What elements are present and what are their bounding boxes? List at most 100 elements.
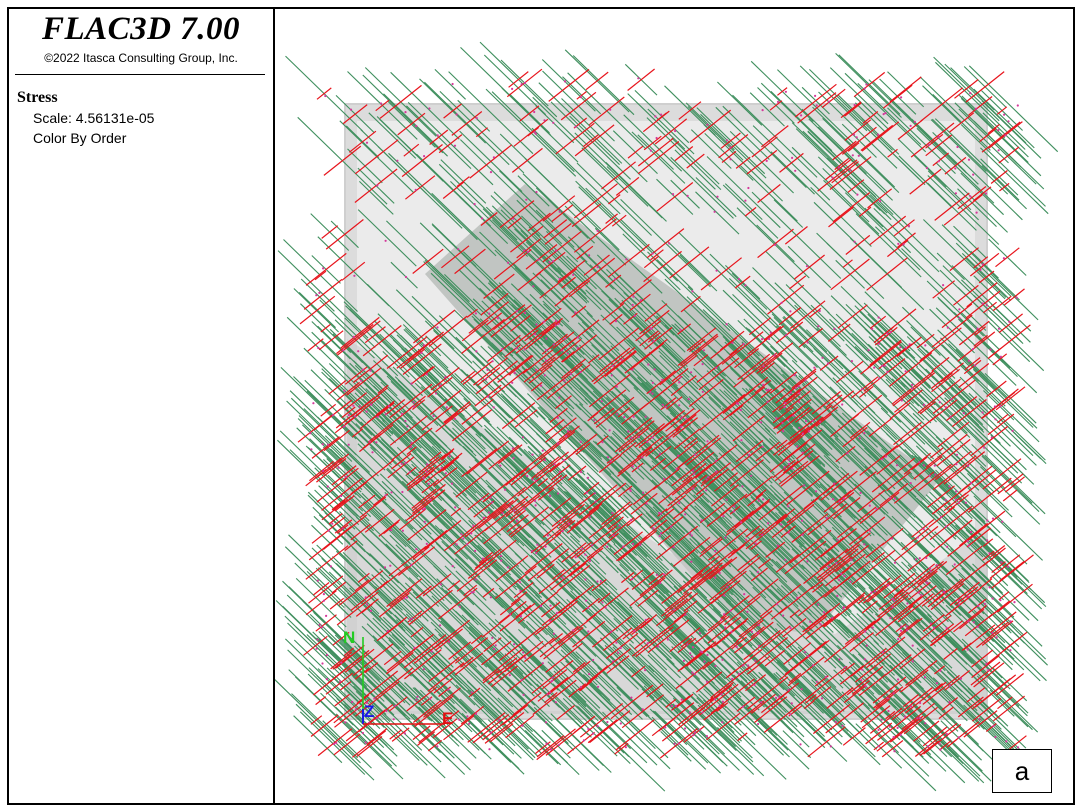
stress-intermediate-dot — [815, 680, 819, 683]
model-viewport[interactable]: N Z E a — [275, 9, 1073, 803]
stress-intermediate-dot — [840, 572, 843, 576]
stress-intermediate-dot — [731, 677, 734, 681]
stress-intermediate-dot — [474, 578, 477, 581]
stress-intermediate-dot — [893, 599, 896, 602]
stress-intermediate-dot — [814, 94, 817, 97]
stress-intermediate-dot — [942, 284, 945, 287]
stress-intermediate-dot — [406, 425, 409, 428]
stress-intermediate-dot — [651, 381, 654, 384]
stress-intermediate-dot — [833, 327, 836, 330]
stress-intermediate-dot — [900, 96, 903, 99]
stress-intermediate-dot — [546, 534, 549, 537]
stress-intermediate-dot — [557, 442, 560, 445]
stress-intermediate-dot — [805, 265, 809, 268]
stress-intermediate-dot — [954, 498, 958, 501]
stress-intermediate-dot — [789, 391, 793, 394]
stress-intermediate-dot — [673, 608, 676, 611]
stress-intermediate-dot — [582, 739, 585, 742]
stress-intermediate-dot — [826, 362, 830, 365]
stress-intermediate-dot — [701, 711, 704, 714]
stress-intermediate-dot — [735, 645, 738, 649]
stress-intermediate-dot — [776, 544, 779, 547]
stress-minor-line — [627, 68, 655, 91]
stress-intermediate-dot — [448, 455, 451, 458]
stress-intermediate-dot — [612, 660, 615, 663]
stress-intermediate-dot — [723, 613, 726, 616]
stress-intermediate-dot — [922, 464, 925, 467]
stress-intermediate-dot — [545, 348, 548, 352]
stress-intermediate-dot — [401, 490, 404, 494]
stress-intermediate-dot — [439, 624, 442, 627]
stress-intermediate-dot — [309, 432, 312, 435]
stress-intermediate-dot — [631, 368, 634, 371]
stress-intermediate-dot — [341, 527, 344, 530]
stress-intermediate-dot — [679, 328, 682, 331]
stress-intermediate-dot — [906, 602, 909, 605]
stress-intermediate-dot — [919, 701, 922, 705]
stress-intermediate-dot — [587, 630, 590, 633]
stress-plot-canvas[interactable]: N Z E — [275, 9, 1073, 803]
stress-intermediate-dot — [920, 594, 923, 597]
stress-intermediate-dot — [836, 594, 839, 598]
stress-intermediate-dot — [989, 348, 992, 351]
stress-intermediate-dot — [765, 159, 768, 162]
stress-intermediate-dot — [713, 210, 716, 213]
stress-intermediate-dot — [678, 381, 681, 384]
stress-intermediate-dot — [482, 516, 485, 519]
stress-intermediate-dot — [955, 453, 959, 456]
stress-intermediate-dot — [967, 544, 970, 547]
stress-intermediate-dot — [576, 346, 579, 349]
stress-intermediate-dot — [416, 695, 419, 698]
stress-intermediate-dot — [884, 112, 887, 115]
stress-intermediate-dot — [415, 698, 418, 701]
stress-intermediate-dot — [956, 145, 959, 149]
stress-intermediate-dot — [421, 508, 425, 511]
stress-intermediate-dot — [945, 732, 948, 736]
stress-intermediate-dot — [654, 115, 657, 118]
stress-intermediate-dot — [835, 562, 838, 565]
stress-intermediate-dot — [995, 636, 998, 639]
stress-intermediate-dot — [877, 133, 880, 136]
stress-intermediate-dot — [365, 410, 368, 413]
stress-intermediate-dot — [680, 698, 683, 701]
stress-intermediate-dot — [661, 378, 664, 381]
stress-intermediate-dot — [724, 626, 727, 629]
stress-intermediate-dot — [801, 432, 805, 435]
stress-intermediate-dot — [658, 453, 661, 456]
stress-intermediate-dot — [423, 507, 426, 510]
stress-intermediate-dot — [426, 463, 429, 466]
stress-intermediate-dot — [491, 636, 494, 640]
stress-intermediate-dot — [721, 721, 724, 724]
stress-intermediate-dot — [682, 659, 685, 663]
stress-intermediate-dot — [780, 301, 783, 304]
stress-intermediate-dot — [808, 455, 811, 458]
stress-intermediate-dot — [737, 672, 740, 676]
stress-intermediate-dot — [789, 713, 792, 716]
stress-intermediate-dot — [671, 193, 675, 196]
stress-intermediate-dot — [608, 429, 611, 432]
stress-intermediate-dot — [515, 520, 518, 523]
stress-intermediate-dot — [351, 700, 354, 704]
stress-intermediate-dot — [315, 294, 318, 297]
stress-intermediate-dot — [458, 605, 461, 608]
stress-intermediate-dot — [576, 336, 580, 339]
stress-intermediate-dot — [692, 487, 695, 490]
stress-intermediate-dot — [798, 400, 801, 404]
stress-intermediate-dot — [838, 579, 841, 582]
stress-intermediate-dot — [718, 704, 721, 708]
stress-intermediate-dot — [652, 527, 655, 530]
stress-intermediate-dot — [494, 644, 497, 647]
stress-intermediate-dot — [701, 363, 704, 366]
stress-intermediate-dot — [601, 441, 604, 444]
stress-intermediate-dot — [403, 732, 406, 735]
stress-intermediate-dot — [326, 485, 329, 488]
stress-intermediate-dot — [986, 539, 989, 542]
stress-intermediate-dot — [720, 618, 723, 621]
stress-intermediate-dot — [489, 171, 493, 174]
stress-intermediate-dot — [834, 720, 837, 724]
legend-panel: FLAC3D 7.00 ©2022 Itasca Consulting Grou… — [9, 9, 275, 803]
stress-intermediate-dot — [413, 646, 416, 649]
stress-intermediate-dot — [335, 741, 338, 745]
stress-intermediate-dot — [775, 417, 778, 420]
stress-intermediate-dot — [508, 674, 511, 677]
